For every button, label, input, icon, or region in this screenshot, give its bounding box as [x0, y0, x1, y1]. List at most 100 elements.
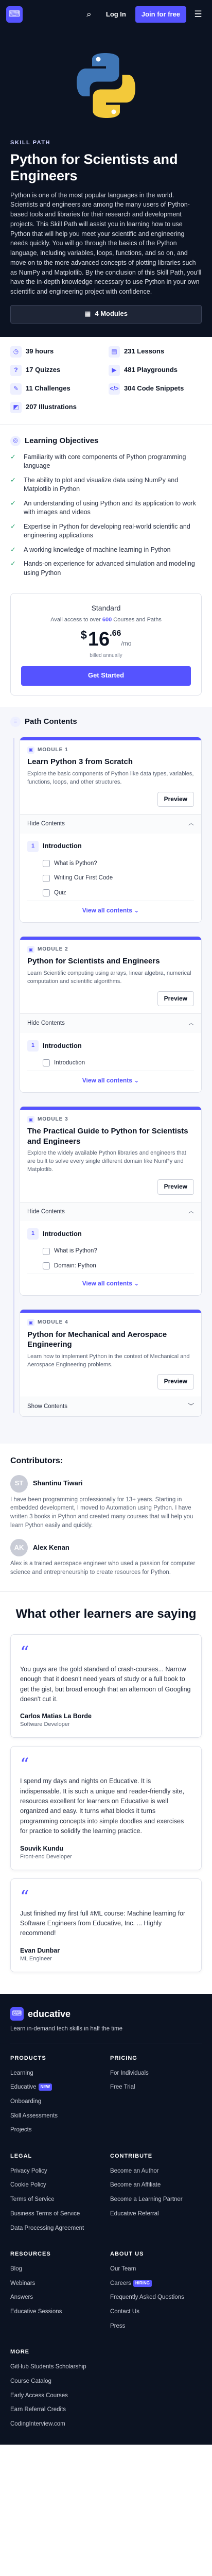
modules-list: ▣ MODULE 1 Learn Python 3 from Scratch Expl…	[10, 736, 202, 1417]
lesson-item[interactable]: Writing Our First Code	[27, 871, 194, 886]
footer-link-label: Business Terms of Service	[10, 2210, 80, 2217]
preview-button[interactable]: Preview	[157, 1374, 194, 1389]
footer-link[interactable]: Educative NEW	[10, 2083, 102, 2092]
testimonial-card: “You guys are the gold standard of crash…	[10, 1634, 202, 1738]
footer-link[interactable]: Data Processing Agreement	[10, 2224, 102, 2233]
footer-link[interactable]: Onboarding	[10, 2097, 102, 2106]
footer-link[interactable]: Our Team	[110, 2265, 202, 2274]
plan-price: $16.66/mo	[80, 629, 132, 651]
hamburger-menu-icon[interactable]: ☰	[190, 7, 206, 22]
footer-link[interactable]: Frequently Asked Questions	[110, 2293, 202, 2302]
login-button[interactable]: Log In	[101, 7, 131, 23]
footer-link[interactable]: Contact Us	[110, 2308, 202, 2316]
footer-brand[interactable]: ⌨ educative	[10, 2007, 202, 2021]
footer-link[interactable]: CodingInterview.com	[10, 2420, 102, 2429]
view-all-contents-link[interactable]: View all contents ⌄	[27, 900, 194, 917]
testimonial-author: Souvik Kundu	[20, 1844, 64, 1852]
preview-button[interactable]: Preview	[157, 1179, 194, 1195]
testimonials-title: What other learners are saying	[15, 1606, 197, 1621]
preview-button[interactable]: Preview	[157, 791, 194, 807]
lesson-doc-icon	[43, 874, 50, 882]
page-title: Python for Scientists and Engineers	[10, 151, 178, 183]
lesson-item[interactable]: What is Python?	[27, 856, 194, 871]
lesson-item[interactable]: Introduction	[27, 1056, 194, 1071]
modules-button[interactable]: ▦ 4 Modules	[10, 304, 202, 324]
footer-link[interactable]: Press	[110, 2322, 202, 2331]
footer-column: PRICING For Individuals Free Trial	[110, 2055, 202, 2140]
footer-link[interactable]: Skill Assessments	[10, 2112, 102, 2121]
toggle-contents-button[interactable]: Show Contents ﹀	[20, 1396, 201, 1416]
footer-link[interactable]: Course Catalog	[10, 2377, 102, 2386]
footer-link-label: Blog	[10, 2266, 23, 2273]
contributor-name[interactable]: Shantinu Tiwari	[33, 1479, 83, 1488]
check-icon: ✓	[10, 522, 16, 530]
footer-link[interactable]: Earn Referral Credits	[10, 2405, 102, 2414]
search-icon[interactable]: ⌕	[81, 7, 97, 22]
module-lessons: 1 Introduction Introduction View all conten…	[20, 1032, 201, 1092]
footer-link[interactable]: Projects	[10, 2126, 102, 2134]
quote-icon: “	[20, 1886, 29, 1907]
footer-link[interactable]: Cookie Policy	[10, 2181, 102, 2190]
lesson-group-title: Introduction	[43, 1229, 82, 1238]
footer-link[interactable]: Educative Sessions	[10, 2308, 102, 2316]
footer-link[interactable]: Educative Referral	[110, 2210, 202, 2218]
testimonial-role: Software Developer	[20, 1721, 70, 1728]
lesson-group-header[interactable]: 1 Introduction	[27, 1223, 194, 1244]
module-title[interactable]: Learn Python 3 from Scratch	[27, 757, 194, 767]
join-button[interactable]: Join for free	[135, 6, 186, 23]
footer-link[interactable]: Blog	[10, 2265, 102, 2274]
footer-link[interactable]: Careers HIRING	[110, 2279, 202, 2288]
module-kicker: ▣ MODULE 3	[27, 1116, 194, 1124]
testimonial-author: Carlos Matias La Borde	[20, 1713, 92, 1720]
contributor-name[interactable]: Alex Kenan	[33, 1543, 69, 1553]
objective-item: ✓ The ability to plot and visualize data …	[10, 476, 202, 494]
preview-button[interactable]: Preview	[157, 991, 194, 1007]
module-title[interactable]: Python for Mechanical and Aerospace Engi…	[27, 1330, 194, 1350]
chevron-down-icon: ⌄	[132, 1076, 139, 1084]
lesson-group-header[interactable]: 1 Introduction	[27, 836, 194, 856]
plan-subtitle: Avail access to over 600 Courses and Pat…	[50, 617, 162, 623]
lesson-number: 1	[27, 1228, 39, 1240]
footer-link[interactable]: Become an Author	[110, 2167, 202, 2176]
path-contents-title: Path Contents	[25, 717, 77, 726]
module-title[interactable]: The Practical Guide to Python for Scient…	[27, 1126, 194, 1146]
footer-link-label: CodingInterview.com	[10, 2421, 65, 2428]
footer-link[interactable]: Become a Learning Partner	[110, 2195, 202, 2204]
toggle-contents-button[interactable]: Hide Contents ︿	[20, 1013, 201, 1033]
objective-text: An understanding of using Python and its…	[24, 499, 196, 516]
stat-item: ◷ 39 hours	[10, 346, 103, 358]
module-card: ▣ MODULE 2 Python for Scientists and Engin…	[20, 936, 202, 1093]
module-number: MODULE 2	[38, 946, 68, 952]
get-started-button[interactable]: Get Started	[21, 666, 191, 686]
footer-link[interactable]: Terms of Service	[10, 2195, 102, 2204]
footer-link[interactable]: GitHub Students Scholarship	[10, 2363, 102, 2371]
footer-link[interactable]: Answers	[10, 2293, 102, 2302]
toggle-contents-button[interactable]: Hide Contents ︿	[20, 1201, 201, 1222]
module-actions: Preview	[27, 791, 194, 807]
educative-logo[interactable]: ⌨	[6, 6, 23, 23]
footer-link[interactable]: Privacy Policy	[10, 2167, 102, 2176]
lesson-icon: ▤	[109, 346, 120, 358]
lesson-doc-icon	[43, 1262, 50, 1270]
toggle-contents-button[interactable]: Hide Contents ︿	[20, 814, 201, 834]
lesson-item[interactable]: What is Python?	[27, 1244, 194, 1259]
testimonial-text: I spend my days and nights on Educative.…	[20, 1777, 184, 1835]
footer-link[interactable]: Become an Affiliate	[110, 2181, 202, 2190]
footer-link[interactable]: Learning	[10, 2069, 102, 2078]
footer-link[interactable]: For Individuals	[110, 2069, 202, 2078]
footer-link[interactable]: Webinars	[10, 2279, 102, 2288]
module-lessons: 1 Introduction What is Python? Writing Our …	[20, 833, 201, 922]
footer-link[interactable]: Business Terms of Service	[10, 2210, 102, 2218]
view-all-contents-link[interactable]: View all contents ⌄	[27, 1070, 194, 1087]
footer-link[interactable]: Free Trial	[110, 2083, 202, 2092]
lesson-item[interactable]: Quiz	[27, 886, 194, 901]
footer-column: ABOUT US Our Team Careers HIRING Frequently …	[110, 2250, 202, 2336]
footer-link-label: Cookie Policy	[10, 2182, 46, 2189]
lesson-item[interactable]: Domain: Python	[27, 1259, 194, 1274]
module-title[interactable]: Python for Scientists and Engineers	[27, 956, 194, 967]
footer-column-title: PRODUCTS	[10, 2055, 46, 2061]
lesson-group-header[interactable]: 1 Introduction	[27, 1035, 194, 1056]
stat-item: ▶ 481 Playgrounds	[109, 364, 202, 376]
footer-link[interactable]: Early Access Courses	[10, 2392, 102, 2400]
view-all-contents-link[interactable]: View all contents ⌄	[27, 1273, 194, 1290]
